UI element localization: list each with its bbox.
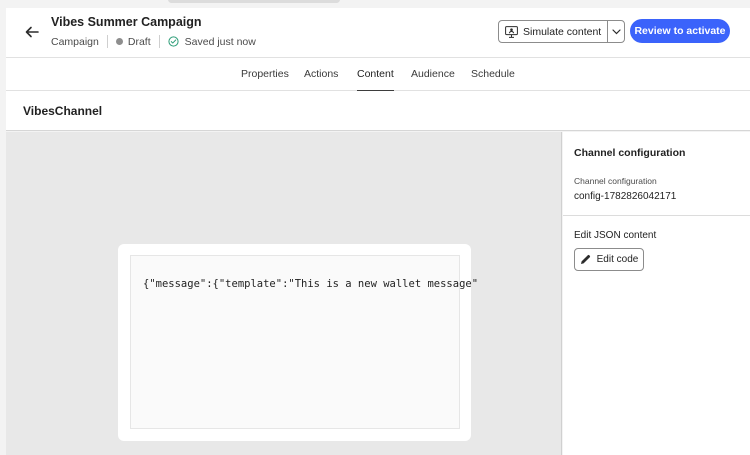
meta-divider [106, 35, 108, 48]
simulate-content-button[interactable]: Simulate content [498, 20, 626, 43]
campaign-header: Vibes Summer Campaign Campaign Draft Sav… [6, 8, 750, 58]
tab-bar: Properties Actions Content Audience Sche… [6, 58, 750, 92]
panel-heading: Channel configuration [574, 147, 686, 159]
status-badge: Draft [127, 35, 151, 48]
top-strip [0, 0, 750, 8]
save-status: Saved just now [184, 35, 256, 48]
channel-config-value: config-1782826042171 [574, 191, 677, 202]
properties-panel: Channel configuration Channel configurat… [563, 132, 750, 455]
edit-code-label: Edit code [596, 254, 639, 265]
simulate-content-label: Simulate content [523, 25, 602, 38]
simulate-content-dropdown[interactable] [608, 21, 624, 42]
status-dot-icon [115, 38, 123, 45]
campaign-meta: Campaign Draft Saved just now [51, 35, 256, 48]
review-to-activate-button[interactable]: Review to activate [630, 19, 730, 43]
message-preview-card: {"message":{"template":"This is a new wa… [118, 244, 478, 441]
campaign-title: Vibes Summer Campaign [51, 15, 202, 29]
channel-header: VibesChannel [6, 91, 750, 131]
panel-divider [563, 215, 750, 216]
arrow-left-icon [25, 26, 39, 38]
tab-audience[interactable]: Audience [411, 68, 455, 80]
edit-code-button[interactable]: Edit code [574, 248, 644, 271]
json-preview: {"message":{"template":"This is a new wa… [130, 255, 478, 429]
tab-schedule[interactable]: Schedule [471, 68, 515, 80]
tab-actions[interactable]: Actions [304, 68, 338, 80]
simulate-icon [505, 25, 518, 38]
json-code-text: {"message":{"template":"This is a new wa… [143, 278, 479, 290]
content-preview-canvas: {"message":{"template":"This is a new wa… [6, 132, 562, 455]
chevron-down-icon [612, 28, 621, 34]
channel-config-label: Channel configuration [574, 176, 657, 186]
back-button[interactable] [22, 22, 42, 42]
channel-title: VibesChannel [23, 104, 103, 118]
tab-content[interactable]: Content [357, 68, 394, 92]
window-handle [168, 0, 340, 3]
edit-json-heading: Edit JSON content [574, 230, 657, 241]
meta-divider [158, 35, 160, 48]
campaign-type: Campaign [51, 35, 99, 48]
pencil-icon [580, 254, 590, 264]
tab-properties[interactable]: Properties [241, 68, 289, 80]
check-circle-icon [168, 36, 179, 47]
simulate-content-main[interactable]: Simulate content [499, 21, 609, 42]
